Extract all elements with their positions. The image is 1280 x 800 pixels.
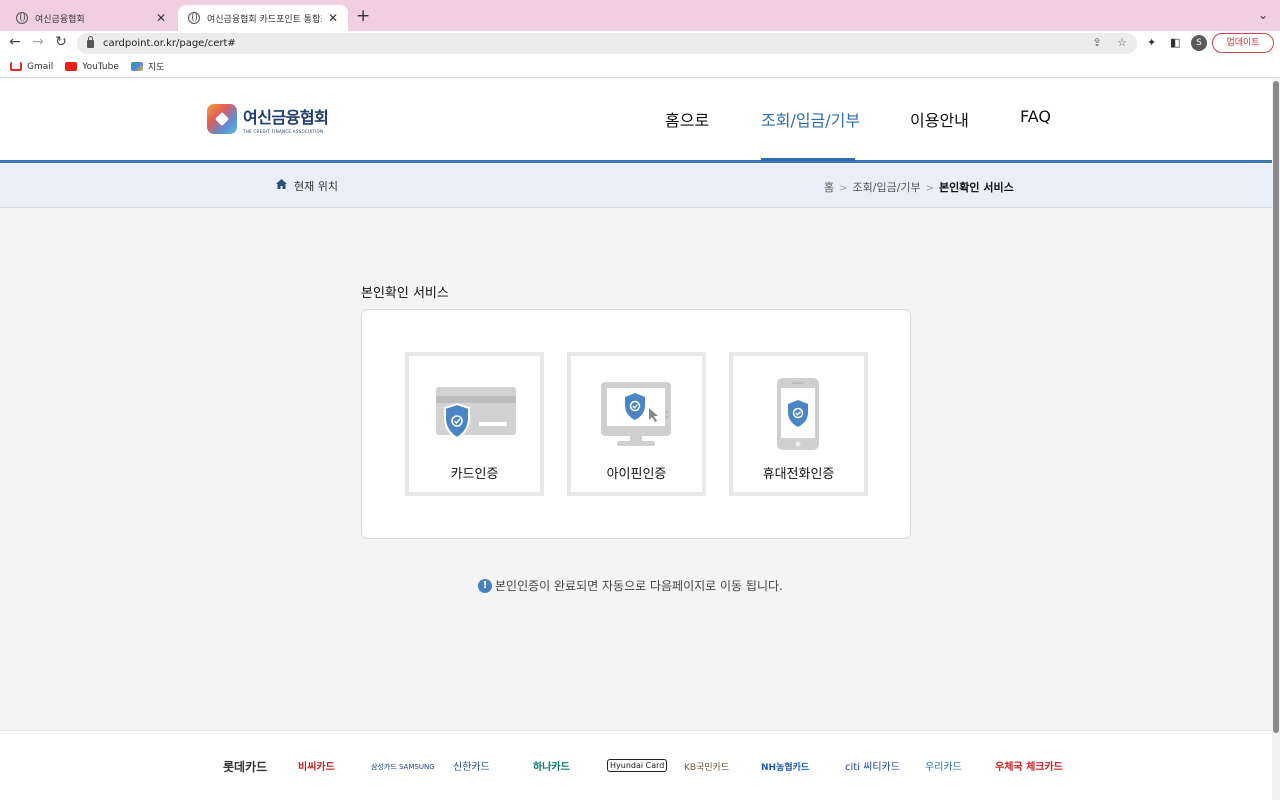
bookmark-label: YouTube: [82, 61, 119, 72]
logo-mark-icon: [207, 104, 237, 134]
breadcrumb-current: 본인확인 서비스: [939, 181, 1014, 194]
breadcrumb-separator: >: [839, 183, 848, 194]
partner-citi[interactable]: citi 씨티카드: [845, 758, 900, 773]
partner-woori[interactable]: 우리카드: [925, 758, 962, 773]
chevron-down-icon[interactable]: ⌄: [1258, 8, 1268, 22]
nav-active-indicator: [761, 158, 855, 161]
logo-subtext: THE CREDIT FINANCE ASSOCIATION: [243, 129, 324, 134]
tab-title: 여신금융협회 카드포인트 통합조회 ...: [207, 14, 322, 25]
bookmark-maps[interactable]: 지도: [130, 60, 165, 73]
url-text: cardpoint.or.kr/page/cert#: [103, 38, 236, 49]
gmail-icon: [10, 62, 22, 71]
breadcrumb: 현재 위치 홈 > 조회/입금/기부 > 본인확인 서비스: [0, 164, 1272, 208]
partner-nh[interactable]: NH농협카드: [761, 760, 809, 773]
breadcrumb-home[interactable]: 홈: [824, 181, 834, 194]
logo-text: 여신금융협회: [243, 108, 329, 127]
info-icon: !: [478, 578, 492, 593]
reload-icon[interactable]: ↻: [52, 34, 70, 50]
lock-icon: [87, 35, 94, 48]
mobile-auth-label: 휴대전화인증: [762, 467, 835, 482]
ipin-auth-label: 아이핀인증: [606, 467, 667, 482]
page-title: 본인확인 서비스: [361, 286, 449, 301]
forward-icon[interactable]: →: [29, 34, 47, 50]
breadcrumb-inquiry[interactable]: 조회/입금/기부: [853, 181, 921, 194]
mobile-auth-button[interactable]: 휴대전화인증: [729, 352, 868, 496]
partner-lotte[interactable]: 롯데카드: [223, 758, 267, 775]
side-panel-icon[interactable]: ◧: [1170, 36, 1180, 49]
back-icon[interactable]: ←: [6, 34, 24, 50]
new-tab-icon[interactable]: +: [356, 6, 370, 26]
bookmark-youtube[interactable]: YouTube: [65, 62, 119, 72]
avatar[interactable]: S: [1191, 35, 1207, 51]
nav-inquiry[interactable]: 조회/입금/기부: [761, 107, 860, 131]
update-button[interactable]: 업데이트: [1212, 33, 1274, 53]
youtube-icon: [65, 62, 78, 71]
scrollbar-thumb[interactable]: [1273, 81, 1279, 733]
bookmark-label: 지도: [147, 63, 165, 73]
bookmark-label: Gmail: [27, 61, 54, 72]
bookmarks-bar: Gmail YouTube 지도: [0, 56, 1280, 78]
partner-bc[interactable]: 비씨카드: [298, 758, 335, 773]
site-header: 여신금융협회 THE CREDIT FINANCE ASSOCIATION 홈으…: [0, 79, 1272, 163]
share-icon[interactable]: ⇪: [1092, 36, 1101, 49]
tab-title: 여신금융협회: [35, 14, 85, 25]
notice-text: 본인인증이 완료되면 자동으로 다음페이지로 이동 됩니다.: [495, 579, 783, 593]
scrollbar[interactable]: [1272, 79, 1280, 800]
nav-home[interactable]: 홈으로: [665, 107, 709, 131]
close-icon[interactable]: ✕: [328, 11, 338, 25]
nav-faq[interactable]: FAQ: [1020, 107, 1051, 126]
browser-tab-bar: 여신금융협회 ✕ 여신금융협회 카드포인트 통합조회 ... ✕ + ⌄: [0, 0, 1280, 31]
card-auth-label: 카드인증: [450, 467, 499, 482]
browser-tab[interactable]: 여신금융협회 ✕: [6, 5, 176, 31]
cert-options-panel: 카드인증 아이핀인증 휴대전화인증: [361, 309, 911, 539]
partner-hyundai[interactable]: Hyundai Card: [607, 759, 668, 772]
globe-icon: [188, 12, 200, 24]
nav-guide[interactable]: 이용안내: [910, 107, 969, 131]
breadcrumb-label: 현재 위치: [294, 180, 338, 193]
footer: 롯데카드 비씨카드 삼성카드 SAMSUNG 신한카드 하나카드 Hyundai…: [0, 730, 1272, 800]
browser-toolbar: ← → ↻ cardpoint.or.kr/page/cert# ⇪ ☆ ✦ ◧…: [0, 31, 1280, 56]
card-auth-button[interactable]: 카드인증: [405, 352, 544, 496]
close-icon[interactable]: ✕: [156, 11, 166, 25]
partner-samsung[interactable]: 삼성카드 SAMSUNG: [371, 762, 435, 772]
partner-hana[interactable]: 하나카드: [533, 758, 570, 773]
breadcrumb-separator: >: [925, 183, 935, 194]
browser-tab-active[interactable]: 여신금융협회 카드포인트 통합조회 ... ✕: [178, 5, 348, 31]
logo[interactable]: 여신금융협회 THE CREDIT FINANCE ASSOCIATION: [207, 104, 329, 134]
star-icon[interactable]: ☆: [1117, 36, 1127, 49]
address-bar[interactable]: cardpoint.or.kr/page/cert# ⇪ ☆: [77, 33, 1137, 54]
bookmark-gmail[interactable]: Gmail: [10, 62, 53, 72]
home-icon: [276, 179, 287, 189]
partner-epost[interactable]: 우체국 체크카드: [995, 758, 1063, 773]
ipin-auth-button[interactable]: 아이핀인증: [567, 352, 706, 496]
notice: ! 본인인증이 완료되면 자동으로 다음페이지로 이동 됩니다.: [478, 577, 783, 594]
globe-icon: [16, 12, 28, 24]
maps-icon: [130, 62, 143, 71]
partner-kb[interactable]: KB국민카드: [684, 760, 729, 773]
partner-shinhan[interactable]: 신한카드: [453, 758, 490, 773]
extensions-icon[interactable]: ✦: [1147, 36, 1156, 49]
